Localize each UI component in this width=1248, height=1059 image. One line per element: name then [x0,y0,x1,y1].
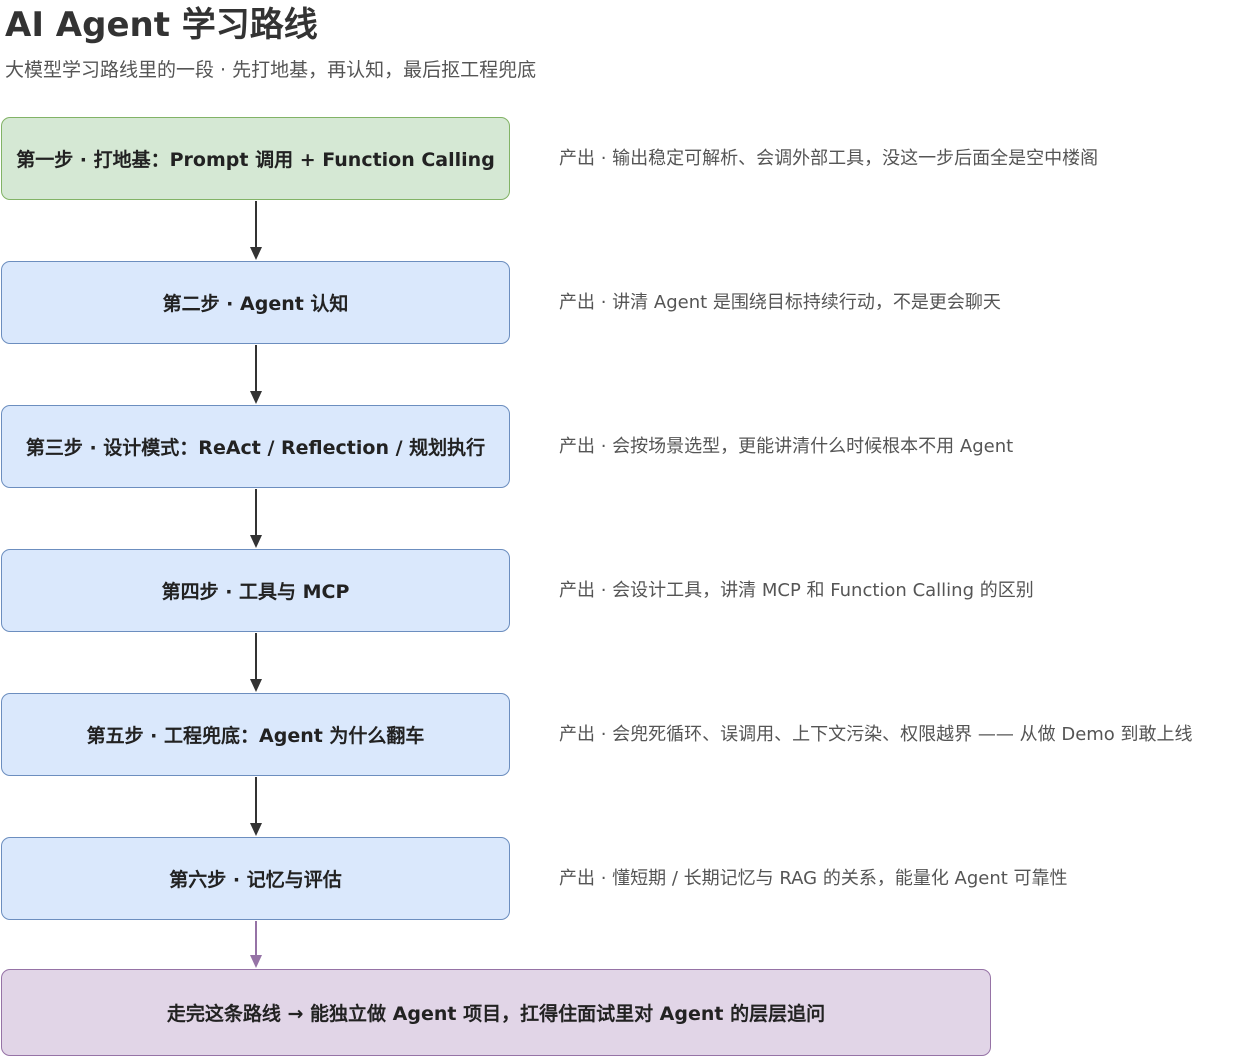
arrow-6 [250,921,262,968]
step-1-label: 第一步 · 打地基：Prompt 调用 + Function Calling [16,149,495,171]
step-3-note: 产出 · 会按场景选型，更能讲清什么时候根本不用 Agent [559,436,1014,457]
step-6-note: 产出 · 懂短期 / 长期记忆与 RAG 的关系，能量化 Agent 可靠性 [559,868,1068,889]
step-4-label: 第四步 · 工具与 MCP [161,581,350,603]
arrow-2 [250,345,262,404]
step-4-box: 第四步 · 工具与 MCP [1,549,510,632]
step-4-note: 产出 · 会设计工具，讲清 MCP 和 Function Calling 的区别 [559,580,1034,601]
step-1-note: 产出 · 输出稳定可解析、会调外部工具，没这一步后面全是空中楼阁 [559,148,1099,169]
arrow-1 [250,201,262,260]
step-5-note: 产出 · 会兜死循环、误调用、上下文污染、权限越界 —— 从做 Demo 到敢上… [559,724,1193,745]
step-6-box: 第六步 · 记忆与评估 [1,837,510,920]
final-outcome-label: 走完这条路线 → 能独立做 Agent 项目，扛得住面试里对 Agent 的层层… [166,1003,826,1025]
step-6-label: 第六步 · 记忆与评估 [169,869,342,891]
final-outcome-box: 走完这条路线 → 能独立做 Agent 项目，扛得住面试里对 Agent 的层层… [1,969,991,1056]
step-2-label: 第二步 · Agent 认知 [162,293,349,315]
step-2-box: 第二步 · Agent 认知 [1,261,510,344]
step-5-label: 第五步 · 工程兜底：Agent 为什么翻车 [86,725,425,747]
step-1-box: 第一步 · 打地基：Prompt 调用 + Function Calling [1,117,510,200]
step-2-note: 产出 · 讲清 Agent 是围绕目标持续行动，不是更会聊天 [559,292,1001,313]
page-title: AI Agent 学习路线 [5,5,318,45]
arrow-5 [250,777,262,836]
page-subtitle: 大模型学习路线里的一段 · 先打地基，再认知，最后抠工程兜底 [5,59,537,81]
step-5-box: 第五步 · 工程兜底：Agent 为什么翻车 [1,693,510,776]
arrow-4 [250,633,262,692]
step-3-box: 第三步 · 设计模式：ReAct / Reflection / 规划执行 [1,405,510,488]
arrow-3 [250,489,262,548]
step-3-label: 第三步 · 设计模式：ReAct / Reflection / 规划执行 [25,437,486,459]
